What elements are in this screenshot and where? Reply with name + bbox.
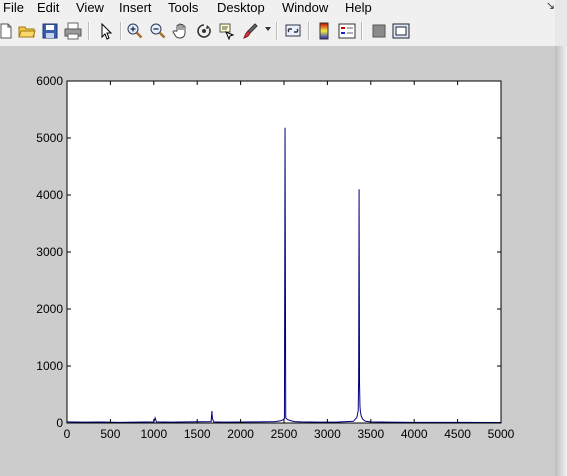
menu-tools[interactable]: Tools [168, 0, 198, 17]
zoom-out-icon[interactable] [148, 21, 168, 41]
x-tick-label: 500 [100, 427, 120, 441]
toolbar-separator [88, 22, 90, 40]
y-tick-label: 2000 [36, 302, 63, 316]
y-tick-label: 6000 [36, 74, 63, 88]
link-plot-icon[interactable] [283, 21, 303, 41]
x-tick-label: 3000 [314, 427, 341, 441]
new-figure-icon[interactable] [0, 21, 16, 41]
zoom-in-icon[interactable] [125, 21, 145, 41]
pointer-icon[interactable] [96, 21, 116, 41]
pan-hand-icon[interactable] [171, 21, 191, 41]
x-tick-label: 0 [64, 427, 71, 441]
x-tick-label: 4500 [444, 427, 471, 441]
y-tick-label: 0 [56, 416, 63, 430]
hide-plot-tools-icon[interactable] [369, 21, 389, 41]
x-tick-label: 2000 [227, 427, 254, 441]
menu-window[interactable]: Window [282, 0, 328, 17]
undock-arrow-icon[interactable]: ↘ [546, 0, 555, 13]
x-tick-label: 5000 [488, 427, 515, 441]
plot-canvas: 0 500 1000 1500 2000 2500 3000 3500 4000 4500 5000… [0, 46, 555, 476]
save-icon[interactable] [40, 21, 60, 41]
y-tick-label: 1000 [36, 359, 63, 373]
axes-background [67, 81, 501, 423]
y-tick-label: 3000 [36, 245, 63, 259]
figure-toolbar [0, 17, 567, 47]
menu-view[interactable]: View [76, 0, 104, 17]
show-plot-tools-icon[interactable] [391, 21, 411, 41]
menu-desktop[interactable]: Desktop [217, 0, 265, 17]
x-tick-label: 1500 [184, 427, 211, 441]
toolbar-separator [361, 22, 363, 40]
window-edge-top [555, 0, 567, 46]
menu-file[interactable]: File [3, 0, 24, 17]
toolbar-separator [276, 22, 278, 40]
toolbar-separator [120, 22, 122, 40]
x-tick-label: 3500 [357, 427, 384, 441]
window-edge [555, 46, 567, 476]
brush-dropdown-icon[interactable] [265, 27, 271, 31]
y-tick-label: 4000 [36, 188, 63, 202]
rotate-3d-icon[interactable] [194, 21, 214, 41]
axes[interactable]: 0 500 1000 1500 2000 2500 3000 3500 4000 4500 5000… [36, 74, 514, 441]
x-tick-label: 4000 [401, 427, 428, 441]
menu-edit[interactable]: Edit [37, 0, 59, 17]
x-tick-label: 1000 [140, 427, 167, 441]
open-file-icon[interactable] [17, 21, 37, 41]
brush-icon[interactable] [240, 21, 260, 41]
data-cursor-icon[interactable] [217, 21, 237, 41]
colorbar-icon[interactable] [314, 21, 334, 41]
x-tick-label: 2500 [271, 427, 298, 441]
menu-insert[interactable]: Insert [119, 0, 152, 17]
menu-help[interactable]: Help [345, 0, 372, 17]
y-tick-label: 5000 [36, 131, 63, 145]
legend-icon[interactable] [337, 21, 357, 41]
print-icon[interactable] [63, 21, 83, 41]
menu-bar: File Edit View Insert Tools Desktop Wind… [0, 0, 567, 17]
toolbar-separator [308, 22, 310, 40]
